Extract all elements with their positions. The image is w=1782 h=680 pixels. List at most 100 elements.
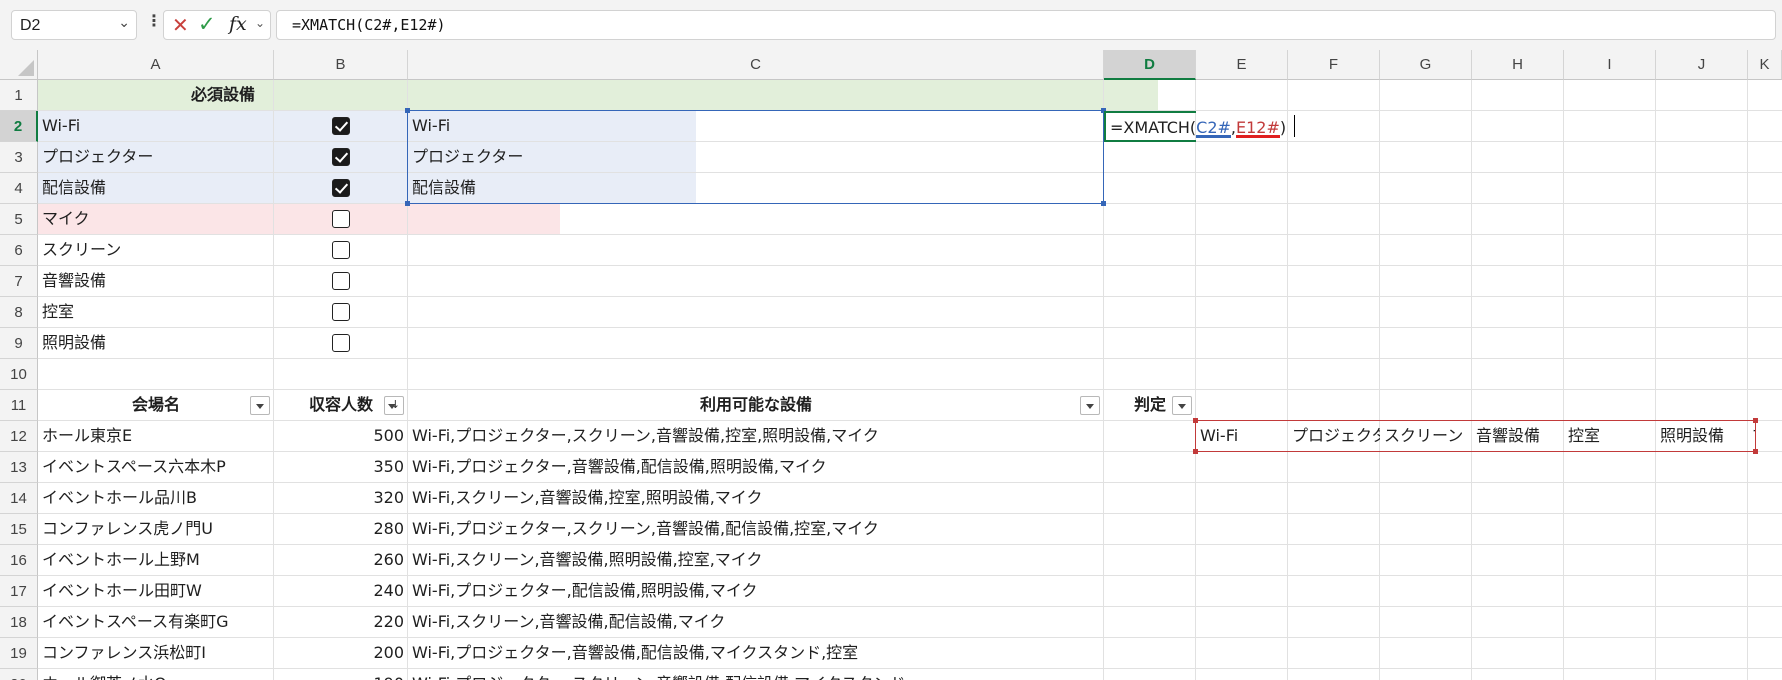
- column-header-d[interactable]: D: [1104, 50, 1196, 80]
- equipment-cell[interactable]: Wi-Fi,スクリーン,音響設備,配信設備,マイク: [408, 607, 1104, 637]
- venue-name-cell[interactable]: ホール御茶ノ水Q: [38, 669, 274, 680]
- column-header-j[interactable]: J: [1656, 50, 1748, 80]
- required-item-checkbox[interactable]: [332, 303, 350, 321]
- equipment-cell[interactable]: Wi-Fi,プロジェクター,スクリーン,音響設備,配信設備,マイクスタンド: [408, 669, 1104, 680]
- row-header-13[interactable]: 13: [0, 452, 38, 483]
- formula-buttons: ✕ ✓ fx ⌄: [163, 10, 271, 40]
- enter-check-icon[interactable]: ✓: [198, 12, 216, 36]
- range-handle[interactable]: [405, 201, 410, 206]
- column-header-c[interactable]: C: [408, 50, 1104, 80]
- row-header-15[interactable]: 15: [0, 514, 38, 545]
- sort-filter-dropdown-capacity[interactable]: ↓: [384, 396, 404, 415]
- row-header-3[interactable]: 3: [0, 142, 38, 173]
- filter-dropdown-venue[interactable]: [250, 396, 270, 415]
- range-handle[interactable]: [1193, 449, 1198, 454]
- spill-range-c2: [407, 110, 1104, 204]
- grid-hline: [38, 296, 1782, 297]
- grid-vline: [1655, 80, 1656, 680]
- column-header-k[interactable]: K: [1748, 50, 1782, 80]
- row-header-9[interactable]: 9: [0, 328, 38, 359]
- range-handle[interactable]: [1101, 201, 1106, 206]
- more-options-icon[interactable]: ⋮: [146, 11, 162, 30]
- equipment-cell[interactable]: Wi-Fi,プロジェクター,スクリーン,音響設備,控室,照明設備,マイク: [408, 421, 1104, 451]
- row-header-6[interactable]: 6: [0, 235, 38, 266]
- row-header-4[interactable]: 4: [0, 173, 38, 204]
- column-header-e[interactable]: E: [1196, 50, 1288, 80]
- required-item-label: スクリーン: [42, 240, 122, 259]
- capacity-cell[interactable]: 350: [274, 452, 408, 482]
- capacity-cell[interactable]: 240: [274, 576, 408, 606]
- venue-name-cell[interactable]: コンファレンス浜松町I: [38, 638, 274, 668]
- column-header-a[interactable]: A: [38, 50, 274, 80]
- capacity-cell[interactable]: 280: [274, 514, 408, 544]
- insert-function-icon[interactable]: fx: [229, 13, 247, 35]
- capacity-cell[interactable]: 220: [274, 607, 408, 637]
- equipment-cell[interactable]: Wi-Fi,スクリーン,音響設備,照明設備,控室,マイク: [408, 545, 1104, 575]
- chevron-down-icon[interactable]: ⌄: [118, 15, 130, 31]
- row-header-14[interactable]: 14: [0, 483, 38, 514]
- range-handle[interactable]: [405, 108, 410, 113]
- name-box-value[interactable]: D2: [20, 17, 40, 35]
- column-header-i[interactable]: I: [1564, 50, 1656, 80]
- column-header-h[interactable]: H: [1472, 50, 1564, 80]
- name-box[interactable]: D2 ⌄: [11, 10, 137, 40]
- row-header-5[interactable]: 5: [0, 204, 38, 235]
- filter-dropdown-judgement[interactable]: [1172, 396, 1192, 415]
- grid-hline: [38, 327, 1782, 328]
- venue-name-cell[interactable]: イベントホール品川B: [38, 483, 274, 513]
- equipment-cell[interactable]: Wi-Fi,プロジェクター,音響設備,配信設備,照明設備,マイク: [408, 452, 1104, 482]
- row-header-19[interactable]: 19: [0, 638, 38, 669]
- required-item-checkbox[interactable]: [332, 179, 350, 197]
- capacity-cell[interactable]: 320: [274, 483, 408, 513]
- spill-range-e12: [1195, 420, 1756, 452]
- required-item-checkbox[interactable]: [332, 334, 350, 352]
- required-item-checkbox[interactable]: [332, 148, 350, 166]
- row-header-7[interactable]: 7: [0, 266, 38, 297]
- capacity-cell[interactable]: 190: [274, 669, 408, 680]
- column-header-b[interactable]: B: [274, 50, 408, 80]
- editing-cell-d2[interactable]: =XMATCH(C2#,E12#): [1104, 111, 1286, 142]
- range-handle[interactable]: [1753, 449, 1758, 454]
- chevron-down-icon[interactable]: ⌄: [255, 16, 265, 30]
- column-header-g[interactable]: G: [1380, 50, 1472, 80]
- range-handle[interactable]: [1193, 418, 1198, 423]
- grid-vline: [1379, 80, 1380, 680]
- formula-text[interactable]: =XMATCH(C2#,E12#): [292, 16, 446, 34]
- venue-name-cell[interactable]: イベントスペース有楽町G: [38, 607, 274, 637]
- equipment-cell[interactable]: Wi-Fi,プロジェクター,配信設備,照明設備,マイク: [408, 576, 1104, 606]
- required-item-checkbox[interactable]: [332, 210, 350, 228]
- venue-name-cell[interactable]: ホール東京E: [38, 421, 274, 451]
- capacity-cell[interactable]: 500: [274, 421, 408, 451]
- row-header-10[interactable]: 10: [0, 359, 38, 390]
- column-header-f[interactable]: F: [1288, 50, 1380, 80]
- filter-dropdown-equipment[interactable]: [1080, 396, 1100, 415]
- row-header-2[interactable]: 2: [0, 111, 38, 142]
- row-header-8[interactable]: 8: [0, 297, 38, 328]
- row-header-16[interactable]: 16: [0, 545, 38, 576]
- equipment-cell[interactable]: Wi-Fi,スクリーン,音響設備,控室,照明設備,マイク: [408, 483, 1104, 513]
- cancel-icon[interactable]: ✕: [172, 13, 189, 37]
- select-all-triangle-icon[interactable]: [18, 60, 34, 76]
- row-header-20[interactable]: 20: [0, 669, 38, 680]
- select-all-corner[interactable]: [0, 50, 38, 80]
- range-handle[interactable]: [1753, 418, 1758, 423]
- row-header-18[interactable]: 18: [0, 607, 38, 638]
- row-header-11[interactable]: 11: [0, 390, 38, 421]
- row-header-12[interactable]: 12: [0, 421, 38, 452]
- formula-input[interactable]: =XMATCH(C2#,E12#): [276, 10, 1776, 40]
- venue-name-cell[interactable]: コンファレンス虎ノ門U: [38, 514, 274, 544]
- required-item-checkbox[interactable]: [332, 241, 350, 259]
- capacity-cell[interactable]: 260: [274, 545, 408, 575]
- row-header-1[interactable]: 1: [0, 80, 38, 111]
- required-item-checkbox[interactable]: [332, 117, 350, 135]
- venue-name-cell[interactable]: イベントホール上野M: [38, 545, 274, 575]
- venue-name-cell[interactable]: イベントホール田町W: [38, 576, 274, 606]
- capacity-cell[interactable]: 200: [274, 638, 408, 668]
- required-item-label: 控室: [42, 302, 75, 321]
- grid-hline: [38, 358, 1782, 359]
- equipment-cell[interactable]: Wi-Fi,プロジェクター,音響設備,配信設備,マイクスタンド,控室: [408, 638, 1104, 668]
- required-item-checkbox[interactable]: [332, 272, 350, 290]
- row-header-17[interactable]: 17: [0, 576, 38, 607]
- equipment-cell[interactable]: Wi-Fi,プロジェクター,スクリーン,音響設備,配信設備,控室,マイク: [408, 514, 1104, 544]
- venue-name-cell[interactable]: イベントスペース六本木P: [38, 452, 274, 482]
